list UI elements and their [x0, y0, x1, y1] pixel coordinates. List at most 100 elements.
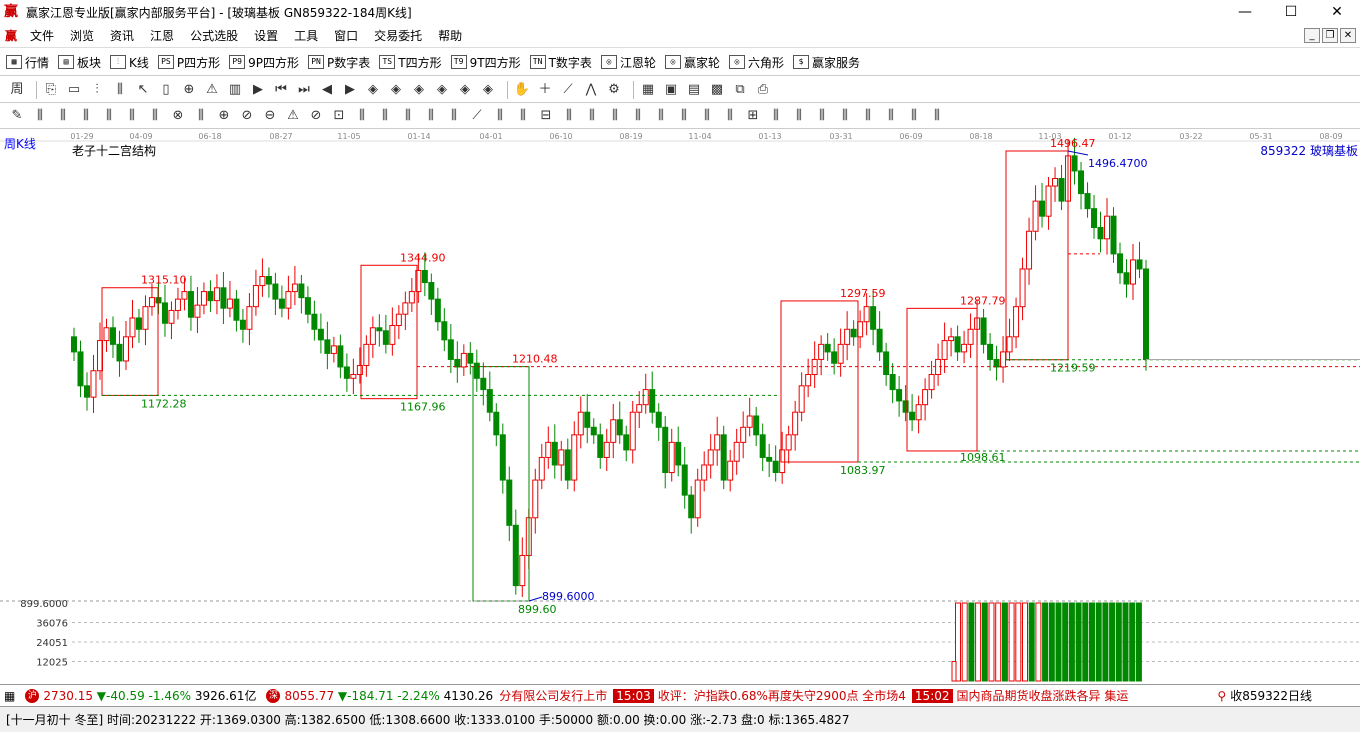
analysis-tool-29-icon[interactable]: ⫼ — [675, 107, 693, 125]
candle-icon[interactable]: ▯ — [157, 81, 175, 99]
news-item-3[interactable]: 国内商品期货收盘涨跌各异 集运 — [957, 687, 1129, 704]
menu-trade[interactable]: 交易委托 — [366, 27, 430, 44]
minimize-button[interactable]: — — [1222, 0, 1268, 24]
grid-toggle-icon[interactable]: ▦ — [4, 689, 15, 703]
grid-icon[interactable]: ▥ — [226, 81, 244, 99]
copy-icon[interactable]: ⎘ — [42, 81, 60, 99]
analysis-tool-12-icon[interactable]: ⚠ — [284, 107, 302, 125]
menu-formula[interactable]: 公式选股 — [182, 27, 246, 44]
prev-icon[interactable]: ◀ — [318, 81, 336, 99]
signal-icon[interactable]: ⚠ — [203, 81, 221, 99]
analysis-tool-20-icon[interactable]: ⟋ — [468, 107, 486, 125]
toolbar-item-12[interactable]: $ 赢家服务 — [792, 54, 860, 71]
analysis-tool-5-icon[interactable]: ⫼ — [123, 107, 141, 125]
menu-gann[interactable]: 江恩 — [142, 27, 182, 44]
print-icon[interactable]: ⎙ — [754, 81, 772, 99]
toolbar-item-0[interactable]: ▦ 行情 — [6, 54, 49, 71]
maximize-button[interactable]: ☐ — [1268, 0, 1314, 24]
calc-icon[interactable]: ▣ — [662, 81, 680, 99]
analysis-tool-9-icon[interactable]: ⊕ — [215, 107, 233, 125]
analysis-tool-39-icon[interactable]: ⫼ — [905, 107, 923, 125]
menu-window[interactable]: 窗口 — [326, 27, 366, 44]
mdi-close-button[interactable]: ✕ — [1340, 28, 1356, 43]
analysis-tool-13-icon[interactable]: ⊘ — [307, 107, 325, 125]
analysis-tool-1-icon[interactable]: ⫼ — [31, 107, 49, 125]
kline-chart[interactable]: 01-29 04-09 06-18 08-27 11-05 01-14 04-01 06-10… — [0, 129, 1360, 682]
crosshair-icon[interactable]: ＋ — [536, 81, 554, 99]
analysis-tool-22-icon[interactable]: ⫼ — [514, 107, 532, 125]
notes-icon[interactable]: ▤ — [685, 81, 703, 99]
menu-settings[interactable]: 设置 — [246, 27, 286, 44]
analysis-tool-16-icon[interactable]: ⫼ — [376, 107, 394, 125]
analysis-tool-36-icon[interactable]: ⫼ — [836, 107, 854, 125]
analysis-tool-24-icon[interactable]: ⫼ — [560, 107, 578, 125]
analysis-tool-27-icon[interactable]: ⫼ — [629, 107, 647, 125]
analysis-tool-8-icon[interactable]: ⫼ — [192, 107, 210, 125]
analysis-tool-0-icon[interactable]: ✎ — [8, 107, 26, 125]
analysis-tool-30-icon[interactable]: ⫼ — [698, 107, 716, 125]
analysis-tool-40-icon[interactable]: ⫼ — [928, 107, 946, 125]
analysis-tool-21-icon[interactable]: ⫼ — [491, 107, 509, 125]
analysis-tool-26-icon[interactable]: ⫼ — [606, 107, 624, 125]
pointer-icon[interactable]: ↖ — [134, 81, 152, 99]
doc-icon[interactable]: ▭ — [65, 81, 83, 99]
toolbar-item-10[interactable]: ◎ 赢家轮 — [664, 54, 720, 71]
news-item-1[interactable]: 分有限公司发行上市 — [499, 687, 607, 704]
analysis-tool-15-icon[interactable]: ⫼ — [353, 107, 371, 125]
zigzag-icon[interactable]: ⋀ — [582, 81, 600, 99]
calendar-icon[interactable]: ▦ — [639, 81, 657, 99]
toolbar-item-7[interactable]: T9 9T四方形 — [450, 54, 521, 71]
analysis-tool-3-icon[interactable]: ⫼ — [77, 107, 95, 125]
last-icon[interactable]: ⏭ — [295, 81, 313, 99]
analysis-tool-4-icon[interactable]: ⫼ — [100, 107, 118, 125]
analysis-tool-14-icon[interactable]: ⊡ — [330, 107, 348, 125]
next-icon[interactable]: ▶ — [341, 81, 359, 99]
menu-help[interactable]: 帮助 — [430, 27, 470, 44]
analysis-tool-37-icon[interactable]: ⫼ — [859, 107, 877, 125]
analysis-tool-28-icon[interactable]: ⫼ — [652, 107, 670, 125]
analysis-tool-35-icon[interactable]: ⫼ — [813, 107, 831, 125]
diamond5-icon[interactable]: ◈ — [456, 81, 474, 99]
save-icon[interactable]: ▩ — [708, 81, 726, 99]
mdi-restore-button[interactable]: ❐ — [1322, 28, 1338, 43]
diamond3-icon[interactable]: ◈ — [410, 81, 428, 99]
news-item-2[interactable]: 收评：沪指跌0.68%再度失守2900点 全市场4 — [658, 687, 906, 704]
toolbar-item-2[interactable]: ⫶ K线 — [110, 54, 149, 71]
analysis-tool-33-icon[interactable]: ⫼ — [767, 107, 785, 125]
analysis-tool-32-icon[interactable]: ⊞ — [744, 107, 762, 125]
trend-icon[interactable]: ⟋ — [559, 81, 577, 99]
menu-file[interactable]: 文件 — [22, 27, 62, 44]
toolbar-item-4[interactable]: P9 9P四方形 — [229, 54, 299, 71]
toolbar-item-11[interactable]: ◎ 六角形 — [728, 54, 784, 71]
hand-icon[interactable]: ✋ — [513, 81, 531, 99]
analysis-tool-34-icon[interactable]: ⫼ — [790, 107, 808, 125]
menu-tools[interactable]: 工具 — [286, 27, 326, 44]
export-icon[interactable]: ⧉ — [731, 81, 749, 99]
analysis-tool-38-icon[interactable]: ⫼ — [882, 107, 900, 125]
first-icon[interactable]: ⏮ — [272, 81, 290, 99]
analysis-tool-25-icon[interactable]: ⫼ — [583, 107, 601, 125]
mdi-minimize-button[interactable]: _ — [1304, 28, 1320, 43]
toolbar-item-1[interactable]: ▤ 板块 — [58, 54, 101, 71]
colorbars-icon[interactable]: ▶ — [249, 81, 267, 99]
period-icon[interactable]: 周 — [8, 81, 26, 99]
toolbar-item-3[interactable]: PS P四方形 — [157, 54, 220, 71]
alert-icon[interactable]: ⚲ — [1217, 689, 1226, 703]
close-button[interactable]: ✕ — [1314, 0, 1360, 24]
diamond4-icon[interactable]: ◈ — [433, 81, 451, 99]
analysis-tool-17-icon[interactable]: ⫼ — [399, 107, 417, 125]
diamond6-icon[interactable]: ◈ — [479, 81, 497, 99]
analysis-tool-7-icon[interactable]: ⊗ — [169, 107, 187, 125]
toolbar-item-5[interactable]: PN P数字表 — [308, 54, 370, 71]
zoom-icon[interactable]: ⊕ — [180, 81, 198, 99]
chart-icon[interactable]: ⫶ — [88, 81, 106, 99]
menu-info[interactable]: 资讯 — [102, 27, 142, 44]
analysis-tool-31-icon[interactable]: ⫼ — [721, 107, 739, 125]
bars-icon[interactable]: ⫼ — [111, 81, 129, 99]
analysis-tool-10-icon[interactable]: ⊘ — [238, 107, 256, 125]
analysis-tool-11-icon[interactable]: ⊖ — [261, 107, 279, 125]
diamond2-icon[interactable]: ◈ — [387, 81, 405, 99]
toolbar-item-8[interactable]: TN T数字表 — [529, 54, 592, 71]
analysis-tool-18-icon[interactable]: ⫼ — [422, 107, 440, 125]
menu-browse[interactable]: 浏览 — [62, 27, 102, 44]
